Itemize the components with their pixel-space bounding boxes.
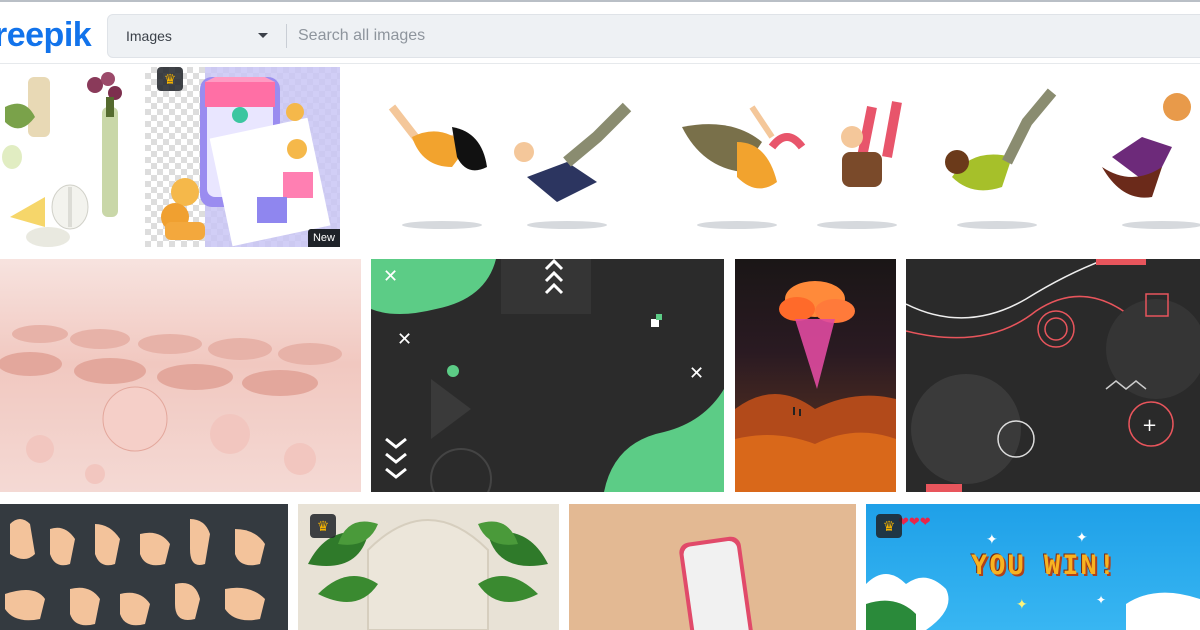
- svg-text:+: +: [1142, 415, 1157, 436]
- search-bar: Images: [107, 14, 1200, 58]
- falling-people-illustration: [388, 88, 1200, 229]
- image-tile-shopping-receipt[interactable]: ♛ New: [145, 67, 340, 247]
- you-win-title: YOU WIN!: [971, 550, 1118, 581]
- premium-crown-icon: ♛: [157, 67, 183, 91]
- image-tile-dark-memphis[interactable]: +: [906, 259, 1200, 492]
- wine-cheese-illustration: [2, 72, 122, 247]
- svg-text:✦: ✦: [986, 532, 998, 548]
- svg-text:✦: ✦: [1076, 530, 1088, 546]
- phone-mockup-beige: [679, 536, 754, 630]
- premium-crown-icon: ♛: [310, 514, 336, 538]
- search-type-label: Images: [126, 28, 172, 44]
- svg-text:✕: ✕: [397, 329, 412, 350]
- premium-crown-icon: ♛: [876, 514, 902, 538]
- image-tile-surreal-cloud[interactable]: [735, 259, 896, 492]
- surreal-cloud-landscape: [735, 281, 896, 492]
- svg-text:✦: ✦: [1016, 597, 1028, 613]
- svg-text:✕: ✕: [383, 266, 398, 287]
- new-badge: New: [307, 229, 340, 247]
- image-tile-wine-cheese[interactable]: [0, 67, 135, 247]
- search-input[interactable]: [298, 15, 1178, 57]
- site-header: reepik Images: [0, 2, 1200, 64]
- monstera-plants-arch: [308, 519, 548, 630]
- image-tile-phone-mockup[interactable]: [569, 504, 856, 630]
- freepik-logo[interactable]: reepik: [0, 16, 92, 55]
- image-tile-falling-people[interactable]: [352, 67, 1200, 247]
- chevron-down-icon: [258, 33, 268, 38]
- search-type-dropdown[interactable]: Images: [108, 15, 286, 57]
- hand-gestures-set: [5, 519, 265, 626]
- image-tile-dark-geometric-green[interactable]: ✕ ✕ ✕: [371, 259, 724, 492]
- image-tile-pixel-you-win[interactable]: ✦ ✦ ✦ ✦ ❤❤❤ ♛ YOU WIN!: [866, 504, 1200, 630]
- image-tile-pink-bubbles[interactable]: [0, 259, 361, 492]
- svg-text:❤❤❤: ❤❤❤: [898, 515, 931, 530]
- dark-geometric-green-background: ✕ ✕ ✕: [371, 259, 724, 492]
- image-tile-hand-gestures[interactable]: [0, 504, 288, 630]
- svg-text:✦: ✦: [1096, 593, 1106, 607]
- svg-text:✕: ✕: [689, 363, 704, 384]
- image-tile-monstera-plants[interactable]: ♛: [298, 504, 559, 630]
- pink-bubbles-3d: [0, 325, 342, 484]
- shopping-receipt-3d: [161, 67, 340, 247]
- dark-memphis-background: +: [906, 259, 1200, 492]
- search-divider: [286, 24, 287, 48]
